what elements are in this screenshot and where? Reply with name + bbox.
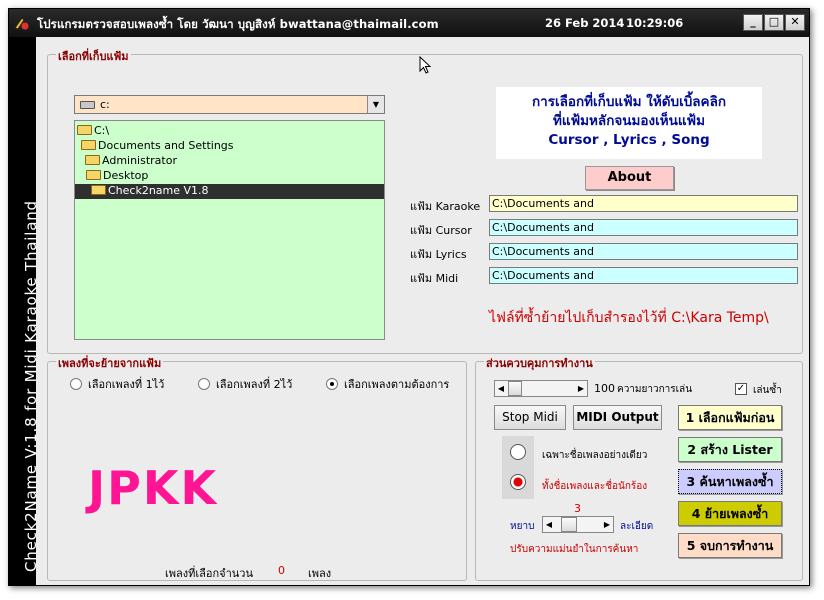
title-and-artist-radio[interactable] [510, 474, 526, 490]
play-length-label: ความยาวการเล่น [617, 384, 693, 395]
list-item[interactable]: C:\ [77, 124, 109, 139]
step-3-find-duplicates-button[interactable]: 3 ค้นหาเพลงซ้ำ [678, 469, 782, 494]
folder-frame-legend: เลือกที่เก็บแฟ้ม [56, 47, 131, 65]
title-only-radio[interactable] [510, 444, 526, 460]
directory-list[interactable]: C:\ Documents and Settings Administrator… [74, 120, 385, 340]
step-4-move-duplicates-button[interactable]: 4 ย้ายเพลงซ้ำ [678, 501, 782, 526]
folder-label: Desktop [103, 169, 149, 182]
slider-thumb[interactable] [561, 517, 577, 532]
title-and-artist-label: ทั้งชื่อเพลงและชื่อนักร้อง [542, 481, 648, 492]
radio-icon [198, 378, 210, 390]
drive-select[interactable]: c: ▼ [74, 95, 385, 114]
karaoke-path-field[interactable]: C:\Documents and [489, 195, 798, 212]
folder-frame: เลือกที่เก็บแฟ้ม c: ▼ C:\ Documents and … [47, 47, 803, 354]
title-only-label: เฉพาะชื่อเพลงอย่างเดียว [542, 450, 648, 461]
list-item[interactable]: Administrator [85, 154, 177, 169]
drive-value: c: [100, 98, 110, 111]
cursor-path-label: แฟ้ม Cursor [410, 224, 472, 237]
window-title: โปรแกรมตรวจสอบเพลงซ้ำ โดย วัฒนา บุญสิงห์… [37, 17, 439, 31]
choose-manual-radio[interactable]: เลือกเพลงตามต้องการ [326, 375, 449, 393]
cursor-path-field[interactable]: C:\Documents and [489, 219, 798, 236]
selected-count-unit: เพลง [308, 567, 332, 580]
step-2-create-lister-button[interactable]: 2 สร้าง Lister [678, 437, 782, 462]
instruction-line-2: ที่แฟ้มหลักจนมองเห็นแฟ้ม [552, 113, 706, 129]
control-frame: ส่วนควบคุมการทำงาน ◀ ▶ 100 ความยาวการเล่… [475, 354, 803, 581]
maximize-button[interactable]: □ [764, 14, 784, 31]
fine-label: ละเอียด [620, 521, 654, 532]
stop-midi-button[interactable]: Stop Midi [494, 405, 566, 430]
close-button[interactable]: ✕ [785, 14, 805, 31]
folder-open-icon [77, 125, 92, 135]
songs-frame-legend: เพลงที่จะย้ายจากแฟ้ม [56, 354, 164, 372]
backup-notice: ไฟล์ที่ซ้ำย้ายไปเก็บสำรองไว้ที่ C:\Kara … [489, 310, 769, 326]
selected-count-label: เพลงที่เลือกจำนวน [165, 567, 253, 580]
folder-label: Documents and Settings [98, 139, 234, 152]
list-item[interactable]: Desktop [86, 169, 148, 184]
radio-label: เลือกเพลงที่ 1ไว้ [88, 378, 165, 391]
folder-open-icon [91, 185, 106, 195]
app-window: โปรแกรมตรวจสอบเพลงซ้ำ โดย วัฒนา บุญสิงห์… [8, 8, 810, 586]
repeat-checkbox[interactable]: ✓ [735, 383, 747, 395]
precision-caption: ปรับความแม่นยำในการค้นหา [510, 544, 639, 555]
selected-count-value: 0 [278, 564, 285, 577]
folder-label: Administrator [102, 154, 177, 167]
karaoke-path-label: แฟ้ม Karaoke [410, 200, 481, 213]
instruction-line-1: การเลือกที่เก็บแฟ้ม ให้ดับเบิ้ลคลิก [531, 94, 727, 110]
step-5-exit-button[interactable]: 5 จบการทำงาน [678, 533, 782, 558]
instruction-line-3: Cursor , Lyrics , Song [548, 132, 710, 148]
jpkk-logo: JPKK [88, 461, 219, 515]
hard-drive-icon [80, 101, 95, 109]
list-item-selected[interactable]: Check2name V1.8 [75, 184, 384, 199]
radio-label: เลือกเพลงที่ 2ไว้ [216, 378, 293, 391]
chevron-down-icon[interactable]: ▼ [367, 96, 384, 113]
precision-value: 3 [574, 502, 581, 515]
title-time: 10:29:06 [626, 16, 684, 30]
control-frame-legend: ส่วนควบคุมการทำงาน [484, 354, 595, 372]
app-icon [14, 17, 30, 31]
title-bar: โปรแกรมตรวจสอบเพลงซ้ำ โดย วัฒนา บุญสิงห์… [9, 9, 809, 37]
title-date: 26 Feb 2014 [545, 16, 625, 30]
coarse-label: หยาบ [510, 521, 535, 532]
midi-path-label: แฟ้ม Midi [410, 272, 459, 285]
instruction-box: การเลือกที่เก็บแฟ้ม ให้ดับเบิ้ลคลิก ที่แ… [496, 87, 762, 159]
folder-label: Check2name V1.8 [108, 184, 209, 197]
list-item[interactable]: Documents and Settings [81, 139, 234, 154]
folder-open-icon [85, 155, 100, 165]
play-length-value: 100 [594, 382, 615, 395]
side-banner: Check2Name V:1.8 for Midi Karaoke Thaila… [9, 37, 40, 585]
keep-second-radio[interactable]: เลือกเพลงที่ 2ไว้ [198, 375, 292, 393]
folder-label: C:\ [94, 124, 110, 137]
lyrics-path-field[interactable]: C:\Documents and [489, 243, 798, 260]
keep-first-radio[interactable]: เลือกเพลงที่ 1ไว้ [70, 375, 164, 393]
about-button[interactable]: About [585, 166, 674, 190]
midi-output-button[interactable]: MIDI Output [573, 405, 662, 430]
match-mode-panel [502, 436, 534, 499]
main-panel: เลือกที่เก็บแฟ้ม c: ▼ C:\ Documents and … [36, 37, 809, 585]
radio-selected-icon [326, 378, 338, 390]
arrow-left-icon[interactable]: ◀ [495, 381, 507, 396]
songs-frame: เพลงที่จะย้ายจากแฟ้ม เลือกเพลงที่ 1ไว้ เ… [47, 354, 467, 581]
arrow-right-icon[interactable]: ▶ [601, 517, 613, 532]
repeat-label: เล่นซ้ำ [753, 385, 782, 396]
precision-slider[interactable]: ◀ ▶ [542, 516, 614, 533]
folder-open-icon [81, 140, 96, 150]
step-1-select-folder-button[interactable]: 1 เลือกแฟ้มก่อน [678, 405, 782, 430]
arrow-right-icon[interactable]: ▶ [575, 381, 587, 396]
lyrics-path-label: แฟ้ม Lyrics [410, 248, 467, 261]
play-length-slider[interactable]: ◀ ▶ [494, 380, 588, 397]
arrow-left-icon[interactable]: ◀ [543, 517, 555, 532]
radio-icon [70, 378, 82, 390]
slider-thumb[interactable] [508, 381, 522, 396]
mouse-pointer-icon [419, 56, 431, 74]
radio-label: เลือกเพลงตามต้องการ [344, 378, 450, 391]
minimize-button[interactable]: _ [743, 14, 763, 31]
midi-path-field[interactable]: C:\Documents and [489, 267, 798, 284]
folder-open-icon [86, 170, 101, 180]
